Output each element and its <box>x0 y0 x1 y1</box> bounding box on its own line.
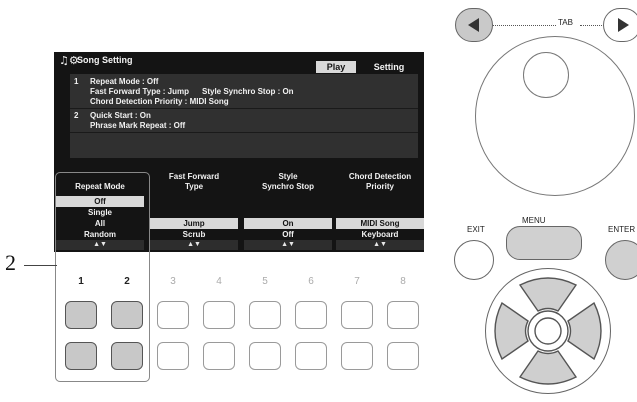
settings-row[interactable]: Chord Detection Priority : MIDI Song <box>70 97 418 109</box>
scroll-arrows: ▲▼ <box>244 240 332 250</box>
direction-pad[interactable] <box>490 273 606 389</box>
fast-forward-selector[interactable]: Jump Scrub ▲▼ <box>150 196 238 252</box>
option-off[interactable]: Off <box>244 229 332 240</box>
button-number-6: 6 <box>308 276 314 287</box>
enter-label: ENTER <box>608 225 636 234</box>
chord-detection-selector[interactable]: MIDI Song Keyboard ▲▼ <box>336 196 424 252</box>
tab-right-button[interactable] <box>603 8 637 42</box>
dpad-center-button <box>534 317 562 345</box>
tab-dotted-line-left <box>493 25 556 26</box>
tab-label: TAB <box>556 18 575 27</box>
button-3-upper[interactable] <box>157 301 189 329</box>
button-4-upper[interactable] <box>203 301 235 329</box>
button-6-lower[interactable] <box>295 342 327 370</box>
settings-row[interactable]: Fast Forward Type : Jump Style Synchro S… <box>70 87 418 97</box>
button-8-upper[interactable] <box>387 301 419 329</box>
label-line: Fast Forward <box>168 172 220 181</box>
enter-button[interactable] <box>605 240 637 280</box>
scroll-arrows: ▲▼ <box>336 240 424 250</box>
dpad-right <box>567 301 602 361</box>
row-text: Chord Detection Priority : MIDI Song <box>90 97 229 106</box>
row-text: Repeat Mode : Off <box>90 77 159 86</box>
button-number-7: 7 <box>354 276 360 287</box>
column-label-synchro-stop: Style Synchro Stop <box>244 172 332 192</box>
tab-play[interactable]: Play <box>316 61 356 73</box>
label-line: Priority <box>365 182 394 191</box>
arrow-right-icon <box>618 18 629 32</box>
button-1-upper[interactable] <box>65 301 97 329</box>
button-number-3: 3 <box>170 276 176 287</box>
button-3-lower[interactable] <box>157 342 189 370</box>
option-keyboard[interactable]: Keyboard <box>336 229 424 240</box>
button-2-upper[interactable] <box>111 301 143 329</box>
button-number-8: 8 <box>400 276 406 287</box>
button-number-1: 1 <box>78 276 84 287</box>
scroll-arrows: ▲▼ <box>150 240 238 250</box>
column-label-fast-forward: Fast Forward Type <box>150 172 238 192</box>
exit-label: EXIT <box>467 225 485 234</box>
option-midi-song[interactable]: MIDI Song <box>336 218 424 229</box>
tab-dotted-line-right <box>580 25 604 26</box>
synchro-stop-selector[interactable]: On Off ▲▼ <box>244 196 332 252</box>
menu-button[interactable] <box>506 226 582 260</box>
settings-row[interactable]: Phrase Mark Repeat : Off <box>70 121 418 133</box>
callout-number: 2 <box>5 250 16 275</box>
row-text: Quick Start : On <box>90 111 151 120</box>
button-number-2: 2 <box>124 276 130 287</box>
button-number-5: 5 <box>262 276 268 287</box>
option-scrub[interactable]: Scrub <box>150 229 238 240</box>
button-7-upper[interactable] <box>341 301 373 329</box>
dial-knob[interactable] <box>523 52 569 98</box>
label-line: Style <box>278 172 298 181</box>
exit-button[interactable] <box>454 240 494 280</box>
menu-label: MENU <box>522 216 546 225</box>
button-7-lower[interactable] <box>341 342 373 370</box>
row-text-secondary: Style Synchro Stop : On <box>202 87 294 96</box>
callout-line <box>24 265 57 266</box>
row-text: Phrase Mark Repeat : Off <box>90 121 186 130</box>
label-line: Synchro Stop <box>261 182 314 191</box>
song-setting-icon: ♫⚙ <box>59 54 79 67</box>
button-2-lower[interactable] <box>111 342 143 370</box>
tab-left-button[interactable] <box>455 8 493 42</box>
button-1-lower[interactable] <box>65 342 97 370</box>
button-5-upper[interactable] <box>249 301 281 329</box>
settings-row[interactable]: 1 Repeat Mode : Off <box>70 77 418 87</box>
dpad-left <box>494 301 529 361</box>
settings-row[interactable]: 2 Quick Start : On <box>70 111 418 121</box>
dpad-down <box>518 350 578 385</box>
row-number: 1 <box>74 77 79 86</box>
arrow-left-icon <box>468 18 479 32</box>
column-label-chord-detection: Chord Detection Priority <box>336 172 424 192</box>
row-text: Fast Forward Type : Jump <box>90 87 189 96</box>
button-4-lower[interactable] <box>203 342 235 370</box>
button-5-lower[interactable] <box>249 342 281 370</box>
label-line: Type <box>184 182 204 191</box>
option-on[interactable]: On <box>244 218 332 229</box>
settings-list: 1 Repeat Mode : Off Fast Forward Type : … <box>70 74 418 158</box>
page-title: Song Setting <box>77 55 133 65</box>
tab-setting[interactable]: Setting <box>358 61 420 73</box>
option-jump[interactable]: Jump <box>150 218 238 229</box>
button-6-upper[interactable] <box>295 301 327 329</box>
button-number-4: 4 <box>216 276 222 287</box>
row-number: 2 <box>74 111 79 120</box>
button-8-lower[interactable] <box>387 342 419 370</box>
label-line: Chord Detection <box>348 172 412 181</box>
dpad-up <box>518 277 578 312</box>
